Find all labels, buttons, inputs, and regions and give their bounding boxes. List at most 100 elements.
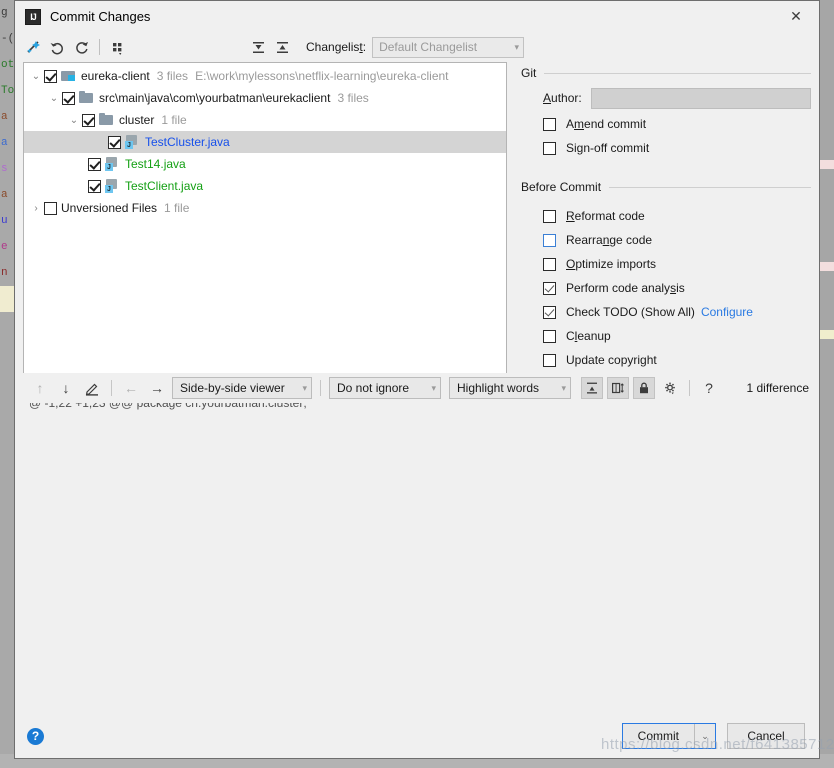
perform-code-analysis-checkbox[interactable] <box>543 281 556 295</box>
chevron-right-icon[interactable]: › <box>28 203 44 214</box>
highlight-mode-dropdown[interactable]: Highlight words ▾ <box>449 377 571 399</box>
collapse-all-icon[interactable] <box>270 36 294 58</box>
reformat-code-row[interactable]: Reformat code <box>543 204 811 228</box>
tree-node-count: 1 file <box>161 113 187 127</box>
optimize-imports-row[interactable]: Optimize imports <box>543 252 811 276</box>
perform-code-analysis-label: Perform code analysis <box>566 281 685 295</box>
changelist-dropdown[interactable]: Default Changelist ▾ <box>372 36 525 58</box>
accept-right-icon[interactable]: → <box>146 377 168 399</box>
background-editor-strip: g -( ot To a a s a u e n <box>0 0 14 768</box>
tree-row[interactable]: Test14.java <box>24 153 506 175</box>
close-icon[interactable]: ✕ <box>773 1 819 31</box>
expand-all-icon[interactable] <box>246 36 270 58</box>
check-todo-label: Check TODO (Show All) <box>566 305 695 319</box>
diff-toolbar: ↑ ↓ ← → Side-by-side viewer ▾ Do not ign… <box>15 373 819 403</box>
whitespace-mode-dropdown[interactable]: Do not ignore ▾ <box>329 377 441 399</box>
commit-button[interactable]: Commit <box>623 724 695 748</box>
chevron-down-icon: ▾ <box>514 41 520 52</box>
cancel-button[interactable]: Cancel <box>727 723 805 749</box>
tree-row[interactable]: ⌄ src\main\java\com\yourbatman\eurekacli… <box>24 87 506 109</box>
show-diff-icon[interactable] <box>21 36 45 58</box>
chevron-down-icon: ▾ <box>431 382 436 393</box>
rearrange-code-row[interactable]: Rearrange code <box>543 228 811 252</box>
revert-icon[interactable] <box>45 36 69 58</box>
tree-node-path: E:\work\mylessons\netflix-learning\eurek… <box>195 69 449 83</box>
tree-row[interactable]: ⌄ cluster 1 file <box>24 109 506 131</box>
dialog-title: Commit Changes <box>50 9 151 24</box>
tree-row[interactable]: › Unversioned Files 1 file <box>24 197 506 219</box>
commit-changes-dialog: IJ Commit Changes ✕ Changelist: Default … <box>14 0 834 759</box>
accept-left-icon[interactable]: ← <box>120 377 142 399</box>
tree-node-label: Unversioned Files <box>61 201 158 215</box>
group-by-icon[interactable] <box>106 36 130 58</box>
java-file-icon <box>105 156 121 172</box>
viewer-mode-dropdown[interactable]: Side-by-side viewer ▾ <box>172 377 312 399</box>
amend-commit-row[interactable]: Amend commit <box>543 112 811 136</box>
sign-off-commit-checkbox[interactable] <box>543 141 556 155</box>
toolbar-divider <box>320 380 321 396</box>
rearrange-code-label: Rearrange code <box>566 233 653 247</box>
diff-content-area[interactable]: @ -1,22 +1,23 @@ package cn.yourbatman.c… <box>15 403 819 714</box>
help-icon[interactable]: ? <box>698 377 720 399</box>
cleanup-row[interactable]: Cleanup <box>543 324 811 348</box>
author-row: Author: <box>543 84 811 112</box>
refresh-icon[interactable] <box>69 36 93 58</box>
tree-row-checkbox[interactable] <box>88 179 101 193</box>
author-label: Author: <box>543 91 582 105</box>
check-todo-row[interactable]: Check TODO (Show All) Configure <box>543 300 811 324</box>
tree-node-label: cluster <box>119 113 155 127</box>
tree-row-checkbox[interactable] <box>44 201 57 215</box>
viewer-mode-value: Side-by-side viewer <box>180 381 285 395</box>
commit-split-button[interactable]: Commit ⌄ <box>621 723 716 749</box>
tree-row[interactable]: TestClient.java <box>24 175 506 197</box>
update-copyright-label: Update copyright <box>566 353 657 367</box>
diff-clipped-line: @ -1,22 +1,23 @@ package cn.yourbatman.c… <box>29 403 307 410</box>
tree-row[interactable]: ⌄ eureka-client 3 files E:\work\mylesson… <box>24 65 506 87</box>
edit-source-icon[interactable] <box>81 377 103 399</box>
sign-off-commit-row[interactable]: Sign-off commit <box>543 136 811 160</box>
cleanup-checkbox[interactable] <box>543 329 556 343</box>
optimize-imports-label: Optimize imports <box>566 257 657 271</box>
toolbar-divider <box>111 380 112 396</box>
columns-layout-icon[interactable] <box>607 377 629 399</box>
check-todo-checkbox[interactable] <box>543 305 556 319</box>
gear-icon[interactable] <box>659 377 681 399</box>
whitespace-mode-value: Do not ignore <box>337 381 410 395</box>
changelist-value: Default Changelist <box>379 40 478 54</box>
changed-files-tree[interactable]: ⌄ eureka-client 3 files E:\work\mylesson… <box>23 62 507 373</box>
perform-code-analysis-row[interactable]: Perform code analysis <box>543 276 811 300</box>
chevron-down-icon[interactable]: ⌄ <box>28 71 44 82</box>
tree-row-checkbox[interactable] <box>88 157 101 171</box>
sign-off-commit-label: Sign-off commit <box>566 141 650 155</box>
previous-difference-icon[interactable]: ↑ <box>29 377 51 399</box>
amend-commit-label: Amend commit <box>566 117 647 131</box>
before-commit-header: Before Commit <box>521 176 811 198</box>
configure-link[interactable]: Configure <box>701 305 753 319</box>
tree-row[interactable]: TestCluster.java <box>24 131 506 153</box>
tree-row-checkbox[interactable] <box>44 69 57 83</box>
dialog-footer: ? https://blog.csdn.net/f641385712 Commi… <box>15 714 834 758</box>
amend-commit-checkbox[interactable] <box>543 117 556 131</box>
reformat-code-checkbox[interactable] <box>543 209 556 223</box>
update-copyright-row[interactable]: Update copyright <box>543 348 811 372</box>
optimize-imports-checkbox[interactable] <box>543 257 556 271</box>
author-field[interactable] <box>590 87 811 109</box>
update-copyright-checkbox[interactable] <box>543 353 556 367</box>
next-difference-icon[interactable]: ↓ <box>55 377 77 399</box>
dialog-titlebar: IJ Commit Changes ✕ <box>15 1 819 32</box>
chevron-down-icon[interactable]: ⌄ <box>46 93 62 104</box>
collapse-unchanged-icon[interactable] <box>581 377 603 399</box>
help-button[interactable]: ? <box>27 727 44 745</box>
git-section-label: Git <box>521 66 537 80</box>
folder-icon <box>99 112 115 128</box>
chevron-down-icon[interactable]: ⌄ <box>695 724 715 748</box>
folder-icon <box>79 90 95 106</box>
tree-node-label: TestClient.java <box>125 179 204 193</box>
tree-row-checkbox[interactable] <box>62 91 75 105</box>
tree-row-checkbox[interactable] <box>82 113 95 127</box>
rearrange-code-checkbox[interactable] <box>543 233 556 247</box>
lock-icon[interactable] <box>633 377 655 399</box>
tree-row-checkbox[interactable] <box>108 135 121 149</box>
chevron-down-icon[interactable]: ⌄ <box>66 115 82 126</box>
divider <box>544 72 811 74</box>
